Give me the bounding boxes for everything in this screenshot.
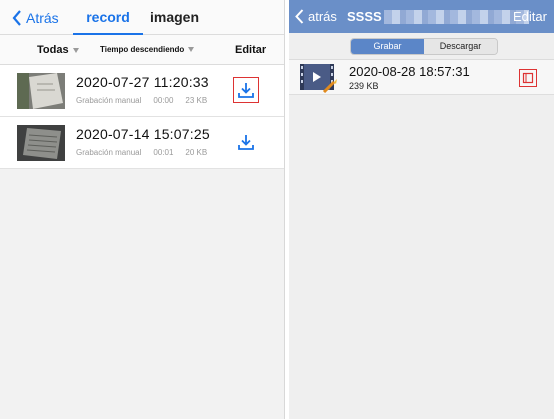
type-filter-dropdown[interactable]: Todas <box>37 44 79 56</box>
item-datetime: 2020-08-28 18:57:31 <box>349 64 470 79</box>
tab-imagen[interactable]: imagen <box>150 0 199 35</box>
item-size: 23 KB <box>185 96 208 105</box>
device-name: SSSS <box>347 9 382 24</box>
sort-dropdown[interactable]: Tiempo descendiendo <box>100 45 195 54</box>
edit-button[interactable]: Editar <box>235 44 266 56</box>
item-duration: 00:00 <box>153 96 174 105</box>
type-filter-label: Todas <box>37 44 69 56</box>
back-label: Atrás <box>26 10 59 26</box>
recording-list: 2020-07-27 11:20:33 Grabación manual 00:… <box>0 65 284 169</box>
download-button[interactable] <box>233 129 259 155</box>
list-item[interactable]: 2020-08-28 18:57:31 239 KB <box>289 60 554 95</box>
item-kind: Grabación manual <box>76 148 142 157</box>
item-size: 239 KB <box>349 81 379 91</box>
video-thumbnail-icon <box>300 64 337 93</box>
item-datetime: 2020-07-27 11:20:33 <box>76 74 209 90</box>
edit-button[interactable]: Editar <box>513 9 547 24</box>
download-button[interactable] <box>233 77 259 103</box>
page-title: SSSS <box>347 9 529 24</box>
chevron-left-icon <box>295 9 304 24</box>
item-duration: 00:01 <box>153 148 174 157</box>
back-label: atrás <box>308 9 337 24</box>
back-button[interactable]: Atrás <box>12 10 59 26</box>
download-icon <box>238 83 254 98</box>
thumbnail-image <box>17 73 65 109</box>
segment-descargar[interactable]: Descargar <box>424 39 497 54</box>
item-kind: Grabación manual <box>76 96 142 105</box>
segmented-control: Grabar Descargar <box>350 38 498 55</box>
back-button[interactable]: atrás <box>295 9 337 24</box>
filter-bar: Todas Tiempo descendiendo Editar <box>0 35 284 65</box>
redacted-text <box>383 9 529 24</box>
item-meta: Grabación manual 00:01 20 KB <box>76 148 207 157</box>
list-item[interactable]: 2020-07-27 11:20:33 Grabación manual 00:… <box>0 65 284 117</box>
item-datetime: 2020-07-14 15:07:25 <box>76 126 210 142</box>
download-icon <box>238 135 254 150</box>
triangle-down-icon <box>72 47 79 53</box>
left-nav-bar: Atrás record imagen <box>0 0 284 35</box>
tab-record[interactable]: record <box>73 0 143 35</box>
square-icon <box>522 72 534 84</box>
left-panel: Atrás record imagen Todas Tiempo descend… <box>0 0 285 419</box>
select-checkbox[interactable] <box>519 69 537 87</box>
triangle-down-icon <box>188 47 195 52</box>
item-meta: Grabación manual 00:00 23 KB <box>76 96 207 105</box>
right-panel: atrás SSSS Editar Grabar Descargar 2020-… <box>289 0 554 419</box>
chevron-left-icon <box>12 10 21 26</box>
segment-bar: Grabar Descargar <box>289 33 554 60</box>
item-size: 20 KB <box>185 148 208 157</box>
segment-grabar[interactable]: Grabar <box>351 39 424 54</box>
sort-label: Tiempo descendiendo <box>100 45 185 54</box>
thumbnail-image <box>17 125 65 161</box>
list-item[interactable]: 2020-07-14 15:07:25 Grabación manual 00:… <box>0 117 284 169</box>
right-nav-bar: atrás SSSS Editar <box>289 0 554 33</box>
